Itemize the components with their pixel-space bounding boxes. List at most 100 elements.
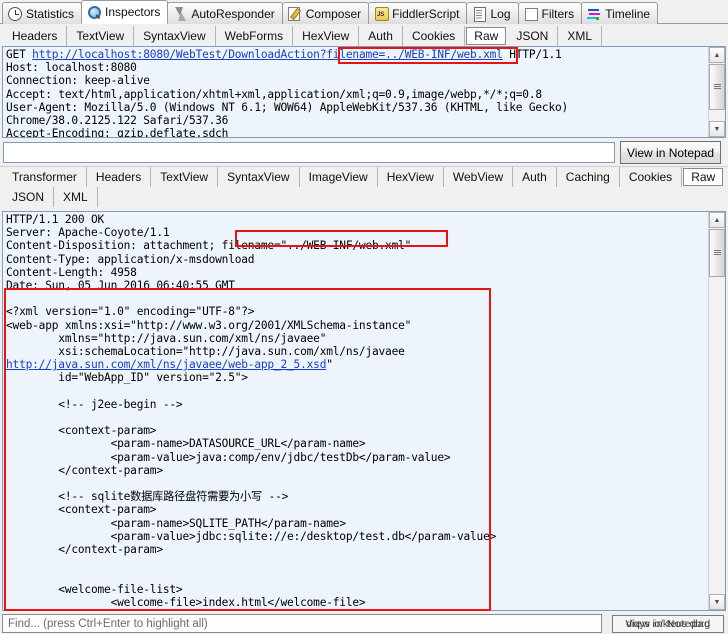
request-tab-webforms[interactable]: WebForms	[216, 25, 294, 46]
tab-autoresponder-label: AutoResponder	[191, 6, 275, 21]
request-tab-raw[interactable]: Raw	[466, 26, 507, 45]
request-tab-json[interactable]: JSON	[507, 25, 559, 46]
response-tab-cookies[interactable]: Cookies	[620, 167, 683, 187]
tab-timeline-label: Timeline	[605, 6, 651, 21]
filter-box-icon	[524, 7, 538, 21]
tab-filters[interactable]: Filters	[517, 2, 583, 24]
request-text-run: GET	[6, 48, 33, 61]
request-raw-line: GET http://localhost:8080/WebTest/Downlo…	[6, 48, 696, 61]
js-scroll-icon	[374, 7, 389, 21]
request-url-link[interactable]: http://localhost:8080/WebTest/DownloadAc…	[32, 48, 326, 61]
tab-autoresponder[interactable]: AutoResponder	[167, 2, 283, 24]
request-scroll-down-button[interactable]: ▼	[709, 121, 725, 137]
response-tab-json[interactable]: JSON	[3, 187, 55, 207]
find-bar-overlap-artifact[interactable]: View in Notepad diqys io/kteus dbrg	[612, 615, 724, 633]
request-text-run: Host: localhost:8080	[6, 61, 137, 75]
find-bar: Find... (press Ctrl+Enter to highlight a…	[0, 613, 728, 634]
request-scrollbar[interactable]: ▲ ▼	[708, 47, 725, 137]
tab-fiddlerscript[interactable]: FiddlerScript	[368, 2, 468, 24]
tab-label: HexView	[386, 170, 434, 184]
request-tab-syntaxview[interactable]: SyntaxView	[134, 25, 216, 46]
inspector-value-input[interactable]	[3, 142, 615, 163]
request-raw-text: GET http://localhost:8080/WebTest/Downlo…	[6, 48, 696, 137]
tab-composer[interactable]: Composer	[281, 2, 370, 24]
scroll-grip-icon	[713, 84, 721, 90]
request-tab-textview[interactable]: TextView	[67, 25, 135, 46]
view-in-notepad-button[interactable]: View in Notepad	[620, 141, 721, 164]
request-tab-xml[interactable]: XML	[558, 25, 603, 46]
request-text-run: User-Agent: Mozilla/5.0 (Windows NT 6.1;…	[6, 100, 569, 114]
fiddler-window: Statistics Inspectors AutoResponder Comp…	[0, 0, 728, 634]
tab-label: Cookies	[628, 170, 673, 184]
tab-label: Headers	[12, 28, 58, 43]
tab-inspectors-label: Inspectors	[105, 5, 161, 19]
response-scroll-up-button[interactable]: ▲	[709, 212, 725, 228]
log-page-icon	[472, 7, 487, 22]
compose-icon	[288, 7, 302, 21]
response-body-xml: <?xml version="1.0" encoding="UTF-8"?> <…	[6, 305, 696, 610]
request-raw-panel[interactable]: GET http://localhost:8080/WebTest/Downlo…	[2, 46, 726, 138]
tab-label: XML	[567, 28, 593, 43]
tab-timeline[interactable]: Timeline	[581, 2, 659, 24]
tab-label: JSON	[12, 190, 45, 204]
main-tab-strip: Statistics Inspectors AutoResponder Comp…	[0, 0, 728, 24]
magnifier-icon	[87, 5, 101, 19]
tab-label: JSON	[516, 28, 549, 43]
request-url-link[interactable]: filename=../WEB-INF/web.xml	[326, 48, 503, 61]
request-sub-tab-strip: Headers TextView SyntaxView WebForms HexView…	[0, 25, 728, 46]
response-tab-transformer[interactable]: Transformer	[3, 167, 87, 187]
tab-label: WebView	[452, 170, 504, 184]
response-tab-hexview[interactable]: HexView	[378, 167, 444, 187]
request-scroll-thumb[interactable]	[709, 64, 725, 110]
response-raw-panel[interactable]: HTTP/1.1 200 OK Server: Apache-Coyote/1.…	[2, 211, 726, 611]
response-tab-raw[interactable]: Raw	[683, 168, 724, 186]
tab-fiddlerscript-label: FiddlerScript	[392, 6, 460, 21]
tab-statistics[interactable]: Statistics	[2, 2, 83, 24]
response-tab-xml[interactable]: XML	[54, 187, 98, 207]
response-tab-caching[interactable]: Caching	[557, 167, 620, 187]
tab-label: ImageView	[308, 170, 368, 184]
tab-label: XML	[63, 190, 88, 204]
tab-label: Raw	[691, 170, 716, 184]
request-scroll-up-button[interactable]: ▲	[709, 47, 725, 63]
response-tab-webview[interactable]: WebView	[444, 167, 514, 187]
tab-label: TextView	[76, 28, 125, 43]
tab-label: Auth	[368, 28, 393, 43]
tab-label: TextView	[160, 170, 209, 184]
tab-statistics-label: Statistics	[26, 6, 75, 21]
response-tab-headers[interactable]: Headers	[87, 167, 152, 187]
scroll-grip-icon	[713, 250, 721, 256]
request-tab-cookies[interactable]: Cookies	[403, 25, 466, 46]
xml-run-a: <?xml version="1.0" encoding="UTF-8"?> <…	[6, 305, 412, 359]
schema-location-link[interactable]: http://java.sun.com/xml/ns/javaee/web-ap…	[6, 358, 326, 371]
response-scrollbar[interactable]: ▲ ▼	[708, 212, 725, 610]
request-tab-headers[interactable]: Headers	[3, 25, 68, 46]
tab-inspectors[interactable]: Inspectors	[81, 0, 169, 24]
request-raw-line: Chrome/38.0.2125.122 Safari/537.36	[6, 114, 696, 127]
timeline-icon	[587, 7, 601, 21]
request-text-run: Connection: keep-alive	[6, 74, 150, 88]
tab-label: Transformer	[12, 170, 77, 184]
response-scroll-down-button[interactable]: ▼	[709, 594, 725, 610]
response-tab-textview[interactable]: TextView	[151, 167, 219, 187]
tab-label: SyntaxView	[143, 28, 206, 43]
lightning-icon	[173, 6, 187, 21]
response-sub-tab-strip: Transformer Headers TextView SyntaxView Imag…	[0, 167, 728, 211]
ghost-label-b: diqys io/kteus dbrg	[626, 618, 710, 630]
response-tab-imageview[interactable]: ImageView	[300, 167, 378, 187]
tab-label: HexView	[302, 28, 350, 43]
request-tab-auth[interactable]: Auth	[359, 25, 403, 46]
tab-log[interactable]: Log	[466, 2, 519, 24]
find-input[interactable]: Find... (press Ctrl+Enter to highlight a…	[2, 614, 602, 633]
response-tab-auth[interactable]: Auth	[513, 167, 557, 187]
request-text-run: Accept: text/html,application/xhtml+xml,…	[6, 87, 542, 101]
request-raw-line: Connection: keep-alive	[6, 74, 696, 87]
request-raw-line: User-Agent: Mozilla/5.0 (Windows NT 6.1;…	[6, 101, 696, 114]
request-tab-hexview[interactable]: HexView	[293, 25, 360, 46]
request-raw-line: Accept-Encoding: gzip,deflate,sdch	[6, 127, 696, 137]
tab-label: WebForms	[224, 28, 284, 43]
tab-label: Cookies	[411, 28, 456, 43]
response-scroll-thumb[interactable]	[709, 229, 725, 277]
response-tab-syntaxview[interactable]: SyntaxView	[218, 167, 300, 187]
